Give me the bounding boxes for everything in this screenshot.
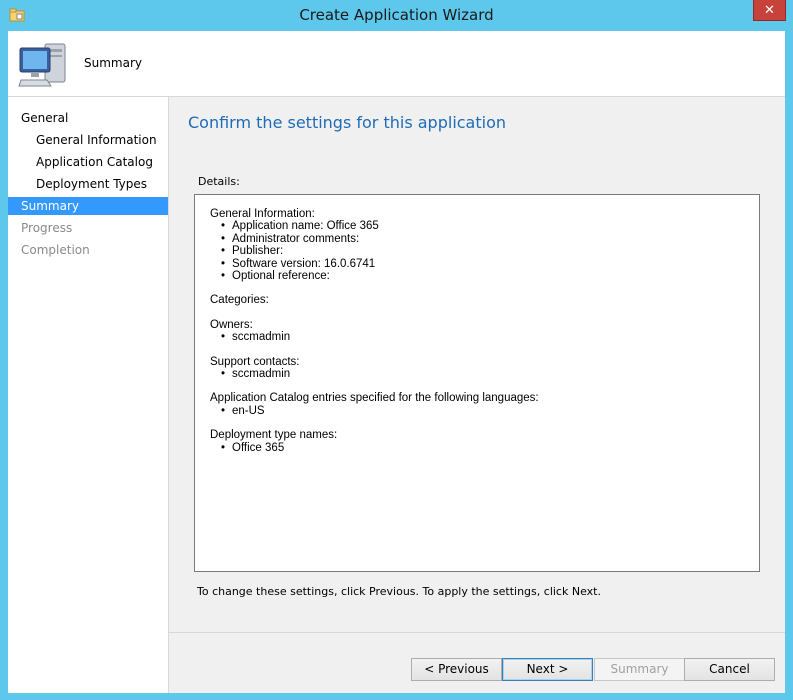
detail-item: Optional reference: bbox=[210, 270, 744, 283]
nav-item-deployment-types[interactable]: Deployment Types bbox=[8, 175, 168, 193]
details-text-box[interactable]: General Information: Application name: O… bbox=[194, 194, 760, 572]
nav-item-general-information[interactable]: General Information bbox=[8, 131, 168, 149]
instruction-text: To change these settings, click Previous… bbox=[197, 585, 601, 598]
next-button[interactable]: Next > bbox=[502, 658, 593, 681]
section-title: Support contacts: bbox=[210, 355, 300, 368]
close-button[interactable]: ✕ bbox=[753, 0, 786, 21]
section-title: Categories: bbox=[210, 294, 269, 307]
section-title: General Information: bbox=[210, 208, 315, 220]
page-title: Summary bbox=[84, 56, 142, 70]
detail-item: Publisher: bbox=[210, 245, 744, 258]
wizard-content: Confirm the settings for this applicatio… bbox=[169, 97, 785, 693]
nav-item-completion: Completion bbox=[21, 243, 90, 257]
details-section: Categories: bbox=[210, 294, 744, 306]
details-section: Owners: sccmadmin bbox=[210, 319, 744, 344]
computer-icon bbox=[18, 43, 66, 87]
wizard-navigation: General General Information Application … bbox=[8, 97, 169, 693]
detail-item: Administrator comments: bbox=[210, 233, 744, 246]
details-section: Application Catalog entries specified fo… bbox=[210, 392, 744, 417]
detail-item: en-US bbox=[210, 405, 744, 418]
close-icon: ✕ bbox=[764, 2, 775, 18]
button-bar: < Previous Next > Summary Cancel bbox=[169, 632, 785, 693]
detail-item: Application name: Office 365 bbox=[210, 220, 744, 233]
detail-item: Software version: 16.0.6741 bbox=[210, 258, 744, 271]
details-section: Support contacts: sccmadmin bbox=[210, 356, 744, 381]
section-title: Application Catalog entries specified fo… bbox=[210, 392, 539, 405]
nav-item-progress: Progress bbox=[21, 221, 73, 235]
summary-button: Summary bbox=[594, 658, 685, 681]
nav-item-general[interactable]: General bbox=[8, 109, 168, 127]
window-title: Create Application Wizard bbox=[299, 6, 494, 24]
details-section: General Information: Application name: O… bbox=[210, 208, 744, 283]
previous-button[interactable]: < Previous bbox=[411, 658, 502, 681]
details-section: Deployment type names: Office 365 bbox=[210, 429, 744, 454]
page-heading: Confirm the settings for this applicatio… bbox=[188, 113, 507, 132]
detail-item: sccmadmin bbox=[210, 368, 744, 381]
details-label: Details: bbox=[198, 175, 240, 188]
nav-item-summary[interactable]: Summary bbox=[8, 197, 168, 215]
detail-item: sccmadmin bbox=[210, 331, 744, 344]
title-bar[interactable]: Create Application Wizard ✕ bbox=[0, 0, 793, 31]
section-title: Owners: bbox=[210, 318, 253, 331]
nav-item-application-catalog[interactable]: Application Catalog bbox=[8, 153, 168, 171]
section-title: Deployment type names: bbox=[210, 429, 338, 442]
cancel-button[interactable]: Cancel bbox=[684, 658, 775, 681]
wizard-header: Summary bbox=[8, 31, 785, 97]
wizard-client-area: Summary General General Information Appl… bbox=[8, 31, 785, 693]
detail-item: Office 365 bbox=[210, 442, 744, 455]
